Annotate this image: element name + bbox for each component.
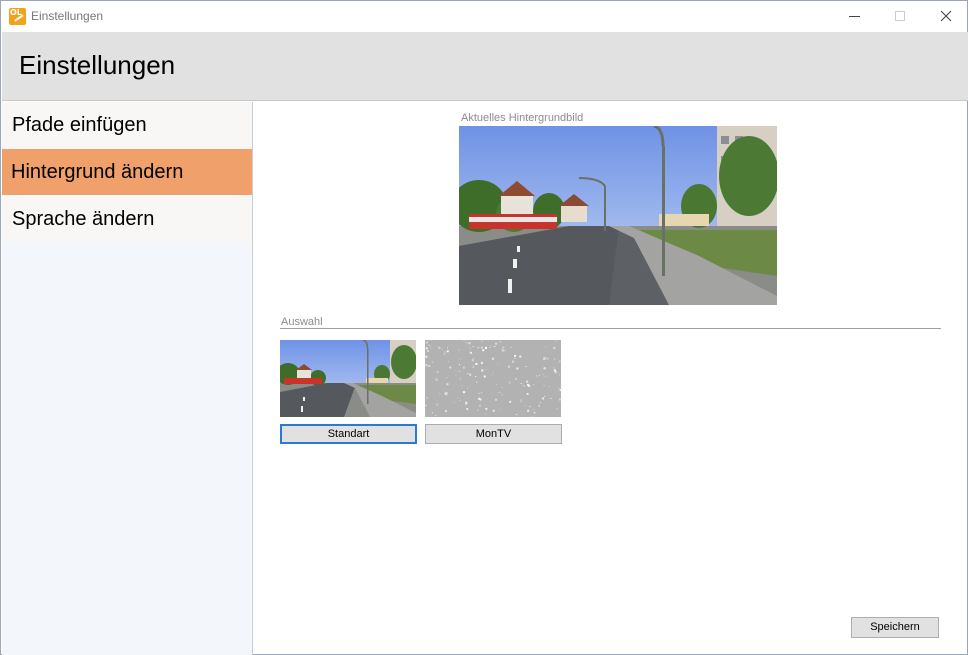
settings-window: OL Einstellungen Einstellungen Pfade ein… — [0, 0, 968, 655]
page-title: Einstellungen — [19, 50, 176, 80]
current-background-label: Aktuelles Hintergrundbild — [461, 112, 584, 124]
selection-divider — [280, 328, 941, 329]
selection-label: Auswahl — [281, 316, 323, 328]
window-title: Einstellungen — [31, 9, 104, 23]
app-logo-icon: OL — [9, 8, 26, 25]
title-bar: OL Einstellungen — [1, 1, 967, 32]
maximize-icon — [895, 11, 905, 21]
close-icon — [940, 10, 952, 22]
montv-button[interactable]: MonTV — [425, 424, 562, 444]
close-button[interactable] — [923, 1, 968, 32]
sidebar-item-label: Hintergrund ändern — [11, 161, 184, 183]
sidebar-item-label: Sprache ändern — [12, 208, 155, 230]
minimize-button[interactable] — [831, 1, 877, 32]
standart-button[interactable]: Standart — [280, 424, 417, 444]
maximize-button[interactable] — [877, 1, 923, 32]
current-background-preview — [459, 126, 777, 305]
standart-thumbnail[interactable] — [280, 340, 416, 417]
save-button[interactable]: Speichern — [851, 617, 939, 638]
sidebar: Pfade einfügen Hintergrund ändern Sprach… — [2, 102, 253, 655]
sidebar-item-language[interactable]: Sprache ändern — [2, 196, 252, 242]
sidebar-item-label: Pfade einfügen — [12, 114, 147, 136]
minimize-icon — [849, 16, 860, 17]
sidebar-item-background[interactable]: Hintergrund ändern — [2, 149, 252, 195]
montv-thumbnail[interactable] — [425, 340, 561, 417]
sidebar-item-paths[interactable]: Pfade einfügen — [2, 102, 252, 148]
page-header: Einstellungen — [2, 32, 968, 101]
